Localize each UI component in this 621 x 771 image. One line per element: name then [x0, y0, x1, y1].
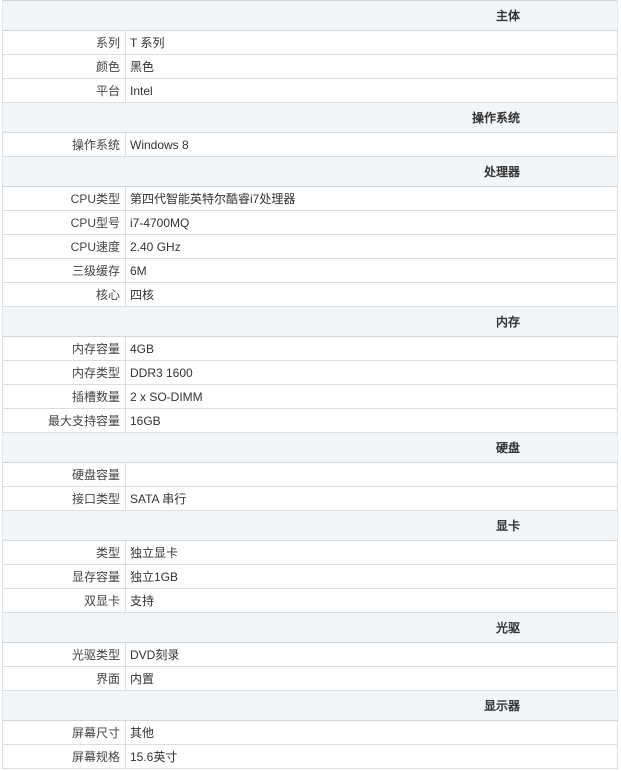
- spec-row: CPU速度 2.40 GHz: [2, 234, 618, 259]
- spec-row: 三级缓存 6M: [2, 258, 618, 283]
- section-title: 处理器: [2, 156, 618, 187]
- spec-key: 接口类型: [2, 486, 126, 511]
- section-title: 硬盘: [2, 432, 618, 463]
- spec-key: 界面: [2, 666, 126, 691]
- spec-value: DVD刻录: [125, 642, 618, 667]
- section-header: 硬盘: [2, 432, 618, 463]
- spec-table-container: 主体 系列 T 系列 颜色 黑色 平台 Intel 操作系统 操作系统 Windows 8 处理器 C…: [2, 0, 621, 769]
- spec-row: 平台 Intel: [2, 78, 618, 103]
- spec-key: 最大支持容量: [2, 408, 126, 433]
- spec-value: 内置: [125, 666, 618, 691]
- spec-value: DDR3 1600: [125, 360, 618, 385]
- spec-row: 最大支持容量 16GB: [2, 408, 618, 433]
- spec-value: 四核: [125, 282, 618, 307]
- spec-value: 6M: [125, 258, 618, 283]
- spec-row: 双显卡 支持: [2, 588, 618, 613]
- spec-key: 内存类型: [2, 360, 126, 385]
- spec-value: 其他: [125, 720, 618, 745]
- spec-key: 双显卡: [2, 588, 126, 613]
- spec-key: 核心: [2, 282, 126, 307]
- spec-key: 硬盘容量: [2, 462, 126, 487]
- spec-key: 内存容量: [2, 336, 126, 361]
- spec-value: 2.40 GHz: [125, 234, 618, 259]
- spec-row: 屏幕尺寸 其他: [2, 720, 618, 745]
- spec-value: 2 x SO-DIMM: [125, 384, 618, 409]
- section-header: 主体: [2, 0, 618, 31]
- spec-key: 屏幕规格: [2, 744, 126, 769]
- section-title: 操作系统: [2, 102, 618, 133]
- spec-value: Intel: [125, 78, 618, 103]
- spec-key: 平台: [2, 78, 126, 103]
- section-header: 显卡: [2, 510, 618, 541]
- spec-value: 第四代智能英特尔酷睿i7处理器: [125, 186, 618, 211]
- section-header: 内存: [2, 306, 618, 337]
- spec-row: 系列 T 系列: [2, 30, 618, 55]
- spec-row: 核心 四核: [2, 282, 618, 307]
- section-title: 显卡: [2, 510, 618, 541]
- spec-row: 屏幕规格 15.6英寸: [2, 744, 618, 769]
- spec-value: [125, 462, 618, 487]
- spec-value: SATA 串行: [125, 486, 618, 511]
- spec-value: Windows 8: [125, 132, 618, 157]
- spec-key: 插槽数量: [2, 384, 126, 409]
- section-header: 操作系统: [2, 102, 618, 133]
- spec-key: 三级缓存: [2, 258, 126, 283]
- spec-key: 颜色: [2, 54, 126, 79]
- spec-row: 硬盘容量: [2, 462, 618, 487]
- spec-table-body: 主体 系列 T 系列 颜色 黑色 平台 Intel 操作系统 操作系统 Windows 8 处理器 C…: [2, 0, 618, 769]
- spec-key: 系列: [2, 30, 126, 55]
- spec-key: CPU型号: [2, 210, 126, 235]
- spec-key: 操作系统: [2, 132, 126, 157]
- spec-value: 独立1GB: [125, 564, 618, 589]
- spec-row: 类型 独立显卡: [2, 540, 618, 565]
- spec-key: 显存容量: [2, 564, 126, 589]
- spec-row: 界面 内置: [2, 666, 618, 691]
- spec-table: 主体 系列 T 系列 颜色 黑色 平台 Intel 操作系统 操作系统 Windows 8 处理器 C…: [2, 0, 618, 769]
- section-header: 处理器: [2, 156, 618, 187]
- spec-row: 接口类型 SATA 串行: [2, 486, 618, 511]
- spec-value: 15.6英寸: [125, 744, 618, 769]
- spec-row: 操作系统 Windows 8: [2, 132, 618, 157]
- spec-row: 光驱类型 DVD刻录: [2, 642, 618, 667]
- spec-row: 内存容量 4GB: [2, 336, 618, 361]
- spec-value: T 系列: [125, 30, 618, 55]
- spec-row: CPU型号 i7-4700MQ: [2, 210, 618, 235]
- spec-row: 内存类型 DDR3 1600: [2, 360, 618, 385]
- section-title: 光驱: [2, 612, 618, 643]
- section-title: 内存: [2, 306, 618, 337]
- spec-row: 显存容量 独立1GB: [2, 564, 618, 589]
- spec-row: CPU类型 第四代智能英特尔酷睿i7处理器: [2, 186, 618, 211]
- section-title: 主体: [2, 0, 618, 31]
- section-header: 显示器: [2, 690, 618, 721]
- spec-value: i7-4700MQ: [125, 210, 618, 235]
- spec-value: 支持: [125, 588, 618, 613]
- spec-value: 独立显卡: [125, 540, 618, 565]
- section-title: 显示器: [2, 690, 618, 721]
- spec-key: 类型: [2, 540, 126, 565]
- section-header: 光驱: [2, 612, 618, 643]
- spec-key: 光驱类型: [2, 642, 126, 667]
- spec-key: CPU速度: [2, 234, 126, 259]
- spec-row: 颜色 黑色: [2, 54, 618, 79]
- spec-value: 黑色: [125, 54, 618, 79]
- spec-value: 4GB: [125, 336, 618, 361]
- spec-key: 屏幕尺寸: [2, 720, 126, 745]
- spec-row: 插槽数量 2 x SO-DIMM: [2, 384, 618, 409]
- spec-value: 16GB: [125, 408, 618, 433]
- spec-key: CPU类型: [2, 186, 126, 211]
